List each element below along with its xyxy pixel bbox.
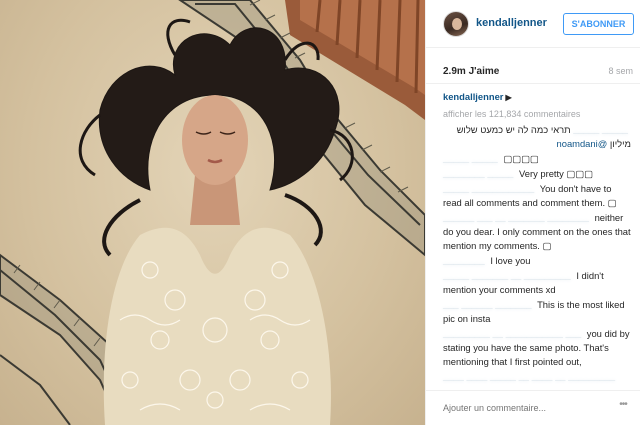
photo-illustration bbox=[0, 0, 425, 425]
caption: kendalljenner ▶ bbox=[443, 90, 631, 105]
caption-symbol: ▶ bbox=[505, 93, 512, 102]
likes-count[interactable]: 2.9m J'aime bbox=[443, 66, 499, 77]
comment-text: I love you bbox=[490, 255, 531, 266]
comment-item: ________ _____ Very pretty ▢▢▢ bbox=[443, 167, 631, 181]
comment-item: _____ _______ __ _________ I didn't ment… bbox=[443, 269, 631, 297]
comment-item: _____ _____ תראי כמה לה יש כמעט שלוש מיל… bbox=[443, 123, 631, 151]
comment-text: ▢▢▢▢ bbox=[503, 153, 539, 164]
comment-item: ________ I love you bbox=[443, 254, 631, 268]
post-stats: 2.9m J'aime 8 sem bbox=[426, 48, 640, 84]
lace-dress bbox=[103, 227, 331, 425]
comment-username[interactable]: ___ ______ _______ bbox=[443, 299, 532, 310]
comment-footer: ••• bbox=[426, 390, 640, 425]
comment-text: Very pretty ▢▢▢ bbox=[519, 168, 593, 179]
comment-item: _____ ____________ You don't have to rea… bbox=[443, 182, 631, 210]
post-time[interactable]: 8 sem bbox=[608, 66, 633, 76]
comment-item: _________ __ ___________ ___ you did by … bbox=[443, 327, 631, 369]
comment-item: ______ ___ __ _______ ________ neither d… bbox=[443, 211, 631, 253]
comment-username[interactable]: _________ __ ___________ ___ bbox=[443, 328, 581, 339]
post-side-panel: kendalljenner S'ABONNER 2.9m J'aime 8 se… bbox=[425, 0, 640, 425]
face bbox=[182, 95, 248, 185]
post-photo[interactable] bbox=[0, 0, 425, 425]
comment-username[interactable]: ________ _____ bbox=[443, 168, 513, 179]
add-comment-input[interactable] bbox=[443, 398, 603, 418]
comment-username[interactable]: _____ _______ __ _________ bbox=[443, 270, 571, 281]
comment-username[interactable]: ____ ____ _____ __ ____ __ _________ bbox=[443, 371, 615, 382]
comment-username[interactable]: ______ ___ __ _______ ________ bbox=[443, 212, 589, 223]
comment-item: _____ _____ ▢▢▢▢ bbox=[443, 152, 631, 166]
load-more-comments[interactable]: afficher les 121,834 commentaires bbox=[443, 107, 631, 121]
ellipsis-icon[interactable]: ••• bbox=[613, 399, 633, 415]
avatar[interactable] bbox=[443, 11, 469, 37]
comment-username[interactable]: _____ ____________ bbox=[443, 183, 534, 194]
comment-item: ___ ______ _______ This is the most like… bbox=[443, 298, 631, 326]
header-username[interactable]: kendalljenner bbox=[476, 17, 547, 29]
caption-username[interactable]: kendalljenner bbox=[443, 91, 503, 102]
comment-username[interactable]: _____ _____ bbox=[443, 153, 498, 164]
comment-mention[interactable]: @noamdani bbox=[557, 138, 608, 149]
comment-username[interactable]: _____ _____ bbox=[573, 124, 628, 135]
follow-button[interactable]: S'ABONNER bbox=[563, 13, 634, 35]
post-header: kendalljenner S'ABONNER bbox=[426, 0, 640, 48]
comments-section: kendalljenner ▶ afficher les 121,834 comm… bbox=[426, 84, 640, 390]
comment-username[interactable]: ________ bbox=[443, 255, 485, 266]
